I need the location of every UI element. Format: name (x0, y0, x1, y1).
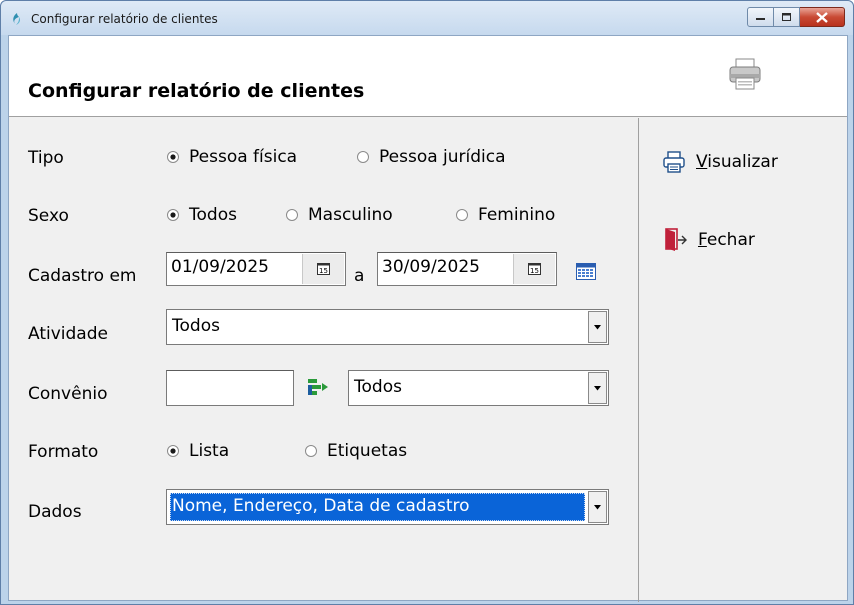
radio-unchecked-icon (357, 151, 369, 163)
radio-etiquetas[interactable]: Etiquetas (304, 441, 407, 461)
window-controls (747, 7, 845, 28)
calendar-icon: 15 (316, 262, 330, 275)
maximize-icon (781, 12, 791, 21)
printer-icon (729, 58, 761, 90)
convenio-value: Todos (354, 377, 402, 397)
atividade-select[interactable]: Todos (166, 309, 609, 345)
calendar-icon: 15 (527, 262, 541, 275)
radio-label: Feminino (478, 205, 556, 225)
tipo-label: Tipo (28, 148, 64, 168)
cadastro-from-field[interactable]: 01/09/2025 15 (166, 252, 346, 286)
actions-divider (638, 118, 639, 602)
radio-unchecked-icon (305, 445, 317, 457)
radio-label: Todos (189, 205, 237, 225)
radio-unchecked-icon (456, 209, 468, 221)
title-bar[interactable]: Configurar relatório de clientes (1, 1, 853, 35)
exit-door-icon (665, 228, 687, 251)
date-to-value: 30/09/2025 (382, 257, 480, 277)
convenio-code-input[interactable] (166, 370, 294, 406)
window-title: Configurar relatório de clientes (31, 12, 218, 26)
fechar-button[interactable]: Fechar (663, 227, 755, 253)
dialog-header: Configurar relatório de clientes (9, 36, 847, 117)
date-from-picker-button[interactable]: 15 (302, 254, 344, 284)
radio-masculino[interactable]: Masculino (285, 205, 393, 225)
minimize-icon (755, 18, 765, 20)
list-search-icon[interactable] (307, 377, 329, 399)
radio-label: Pessoa física (189, 147, 298, 167)
dados-select[interactable]: Nome, Endereço, Data de cadastro (166, 489, 609, 525)
cadastro-label: Cadastro em (28, 266, 137, 286)
calendar-day: 15 (530, 267, 539, 275)
radio-checked-icon (167, 151, 179, 163)
formato-label: Formato (28, 442, 99, 462)
convenio-dropdown-button[interactable] (588, 372, 607, 404)
dados-label: Dados (28, 502, 82, 522)
atividade-label: Atividade (28, 324, 108, 344)
calendar-day: 15 (319, 267, 328, 275)
radio-label: Masculino (308, 205, 393, 225)
visualizar-button[interactable]: Visualizar (662, 150, 778, 174)
radio-checked-icon (167, 209, 179, 221)
date-to-picker-button[interactable]: 15 (513, 254, 555, 284)
maximize-button[interactable] (774, 7, 800, 27)
atividade-dropdown-button[interactable] (588, 311, 607, 343)
convenio-label: Convênio (28, 384, 108, 404)
convenio-select[interactable]: Todos (348, 370, 609, 406)
printer-icon (663, 151, 685, 173)
radio-unchecked-icon (286, 209, 298, 221)
close-window-button[interactable] (800, 7, 845, 27)
calendar-grid-icon[interactable] (576, 263, 596, 281)
sexo-label: Sexo (28, 206, 69, 226)
date-range-separator: a (354, 266, 365, 286)
dados-dropdown-button[interactable] (588, 491, 607, 523)
dialog-client-area: Configurar relatório de clientes Tipo Pe… (8, 35, 848, 602)
chevron-down-icon (594, 385, 601, 390)
radio-checked-icon (167, 445, 179, 457)
app-window: Configurar relatório de clientes Configu… (0, 0, 854, 605)
chevron-down-icon (594, 504, 601, 509)
radio-pessoa-fisica[interactable]: Pessoa física (166, 147, 297, 167)
fechar-label: Fechar (698, 230, 755, 250)
radio-label: Etiquetas (327, 441, 408, 461)
radio-lista[interactable]: Lista (166, 441, 229, 461)
radio-label: Pessoa jurídica (379, 147, 506, 167)
radio-feminino[interactable]: Feminino (455, 205, 555, 225)
atividade-value: Todos (172, 316, 220, 336)
minimize-button[interactable] (747, 7, 774, 27)
app-icon (13, 13, 20, 25)
date-from-value: 01/09/2025 (171, 257, 269, 277)
radio-todos[interactable]: Todos (166, 205, 237, 225)
close-icon (816, 11, 828, 23)
radio-pessoa-juridica[interactable]: Pessoa jurídica (356, 147, 506, 167)
chevron-down-icon (594, 324, 601, 329)
radio-label: Lista (189, 441, 230, 461)
cadastro-to-field[interactable]: 30/09/2025 15 (377, 252, 557, 286)
visualizar-label: Visualizar (696, 152, 778, 172)
page-title: Configurar relatório de clientes (28, 80, 365, 102)
dados-value: Nome, Endereço, Data de cadastro (172, 496, 470, 516)
